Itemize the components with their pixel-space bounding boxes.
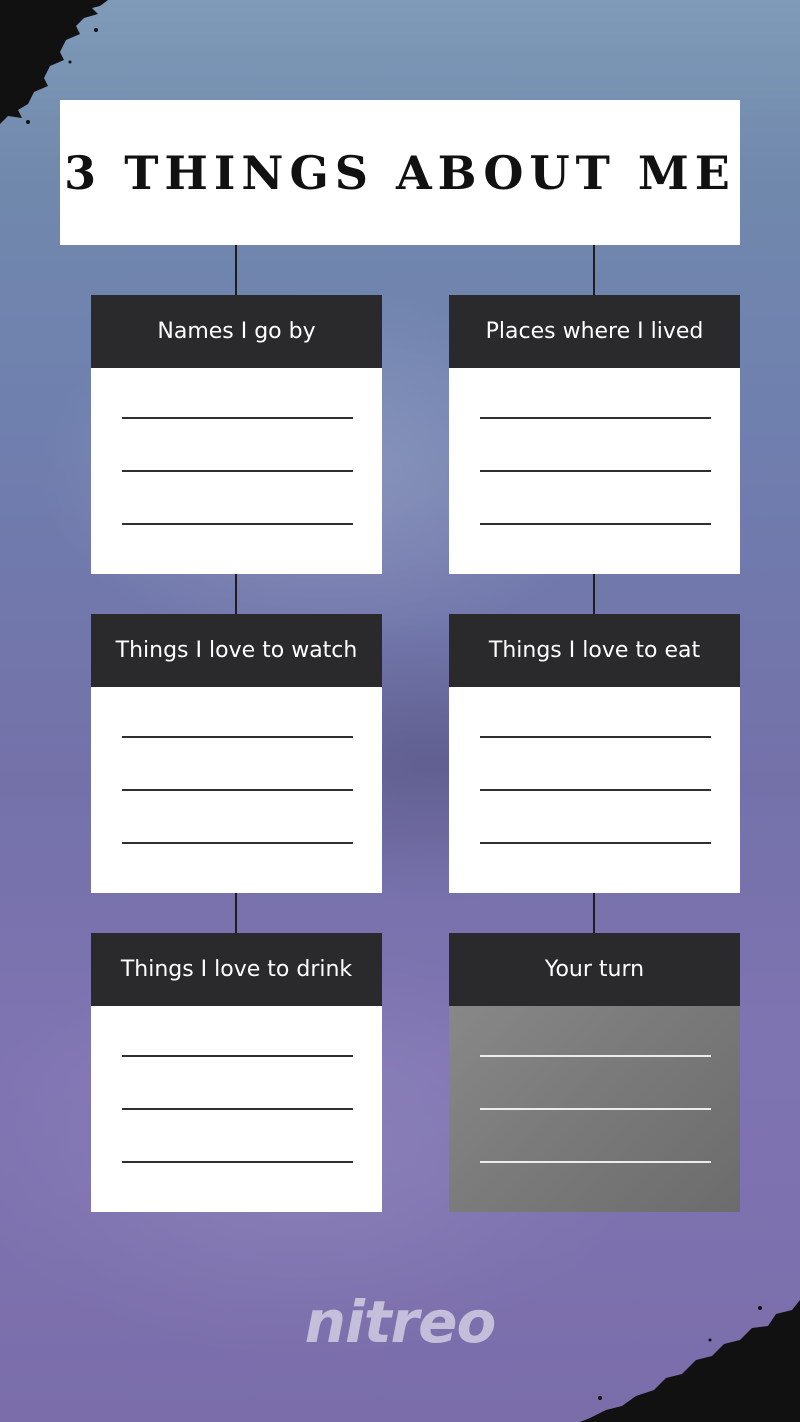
card-header: Things I love to drink <box>91 933 382 1006</box>
connector-line <box>235 574 237 614</box>
card-header: Places where I lived <box>449 295 740 368</box>
answer-line <box>480 789 711 791</box>
answer-line <box>480 1161 711 1163</box>
title-banner: 3 THINGS ABOUT ME <box>60 100 740 245</box>
answer-line <box>122 789 353 791</box>
connector-line <box>593 574 595 614</box>
answer-line <box>122 842 353 844</box>
connector-line <box>235 893 237 933</box>
card-eat: Things I love to eat <box>449 614 740 893</box>
answer-line <box>480 523 711 525</box>
card-header: Your turn <box>449 933 740 1006</box>
card-watch: Things I love to watch <box>91 614 382 893</box>
answer-line <box>122 736 353 738</box>
answer-line <box>122 1055 353 1057</box>
answer-line <box>122 417 353 419</box>
answer-line <box>480 470 711 472</box>
connector-line <box>593 245 595 295</box>
answer-line <box>480 1055 711 1057</box>
card-header: Names I go by <box>91 295 382 368</box>
card-header: Things I love to eat <box>449 614 740 687</box>
card-header: Things I love to watch <box>91 614 382 687</box>
answer-line <box>122 470 353 472</box>
answer-line <box>480 1108 711 1110</box>
connector-line <box>593 893 595 933</box>
answer-line <box>122 523 353 525</box>
answer-line <box>480 736 711 738</box>
brand-logo: nitreo <box>304 1288 497 1356</box>
card-places: Places where I lived <box>449 295 740 574</box>
connector-line <box>235 245 237 295</box>
answer-line <box>122 1161 353 1163</box>
card-names: Names I go by <box>91 295 382 574</box>
card-your-turn: Your turn <box>449 933 740 1212</box>
page-title: 3 THINGS ABOUT ME <box>64 145 736 200</box>
answer-line <box>480 842 711 844</box>
card-drink: Things I love to drink <box>91 933 382 1212</box>
answer-line <box>480 417 711 419</box>
answer-line <box>122 1108 353 1110</box>
